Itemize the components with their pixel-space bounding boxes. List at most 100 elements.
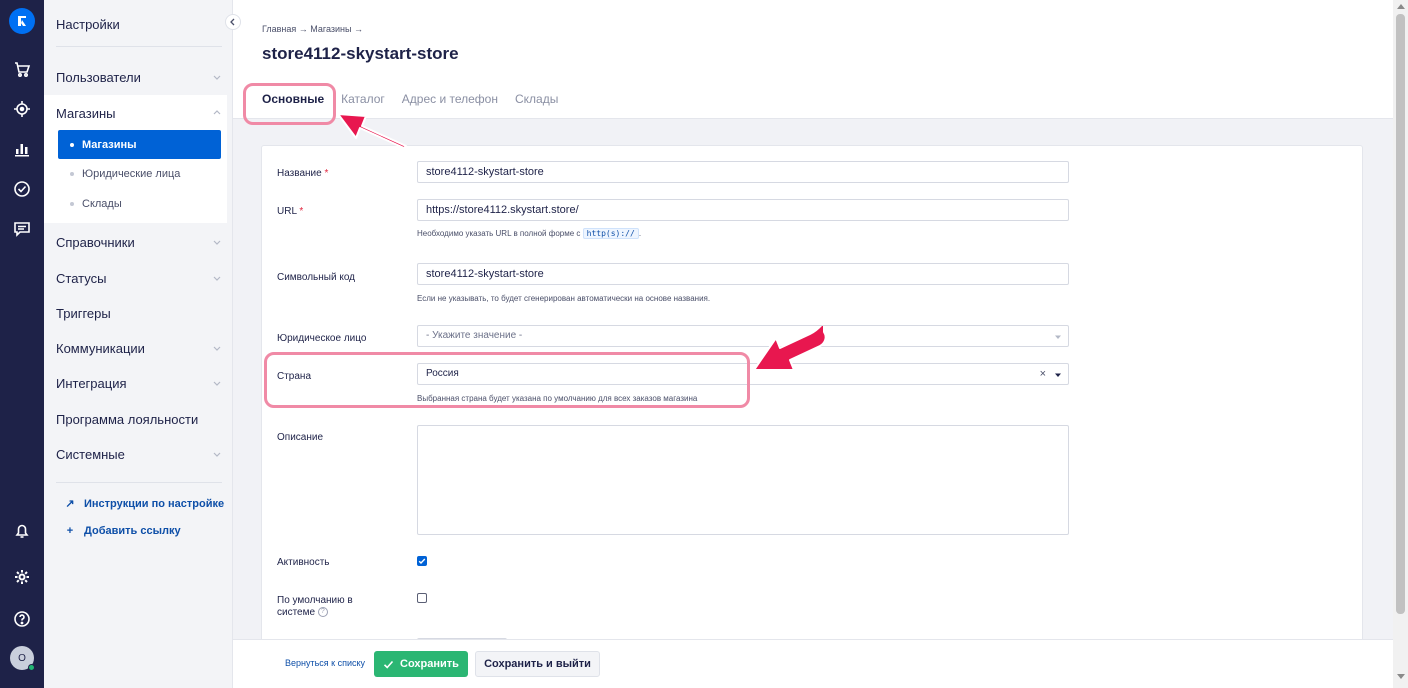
check-circle-icon[interactable] [0, 174, 44, 204]
default-checkbox[interactable] [417, 593, 427, 603]
sidebar-item-directories[interactable]: Справочники [56, 231, 221, 253]
caret-down-icon [1055, 335, 1061, 339]
country-label: Страна [277, 371, 312, 382]
add-link-button[interactable]: + Добавить ссылку [64, 525, 181, 537]
save-button[interactable]: Сохранить [374, 651, 468, 677]
chevron-down-icon [213, 381, 221, 386]
cart-icon[interactable] [0, 54, 44, 84]
sidebar-group-stores: Магазины Магазины Юридические лица Склад… [44, 95, 227, 223]
default-label-text: По умолчанию в системе [277, 595, 353, 618]
required-mark: * [299, 206, 304, 217]
sidebar-item-system[interactable]: Системные [56, 443, 221, 465]
sidebar-item-label: Интеграция [56, 375, 127, 391]
sidebar-item-label: Статусы [56, 270, 107, 286]
sidebar-item-statuses[interactable]: Статусы [56, 267, 221, 289]
caret-down-icon [1055, 373, 1061, 377]
sidebar-subitem-label: Магазины [82, 138, 137, 151]
chevron-down-icon [213, 75, 221, 80]
chat-icon[interactable] [0, 214, 44, 244]
main-content: Главная → Магазины → store4112-skystart-… [233, 0, 1393, 688]
sidebar-divider [56, 482, 222, 483]
code-label: Символьный код [277, 272, 356, 283]
icon-rail: О [0, 0, 44, 688]
gear-icon[interactable] [0, 562, 44, 592]
scroll-up-icon[interactable] [1397, 4, 1405, 9]
sidebar-subitem-label: Склады [82, 197, 122, 210]
legal-entity-label: Юридическое лицо [277, 333, 367, 344]
url-label-text: URL [277, 206, 297, 217]
page-title: store4112-skystart-store [262, 44, 459, 63]
link-label: Добавить ссылку [84, 525, 181, 537]
bullet-icon [70, 171, 74, 176]
name-label-text: Название [277, 168, 322, 179]
setup-instructions-link[interactable]: ↗ Инструкции по настройке [64, 497, 225, 511]
save-button-label: Сохранить [400, 658, 459, 670]
required-mark: * [324, 168, 329, 179]
country-hint: Выбранная страна будет указана по умолча… [417, 394, 698, 403]
chevron-down-icon [213, 276, 221, 281]
clear-icon[interactable]: × [1040, 368, 1046, 380]
sidebar-item-loyalty[interactable]: Программа лояльности [56, 408, 221, 430]
checkmark-icon [383, 660, 394, 669]
settings-sidebar: Настройки Пользователи Магазины Магазины… [44, 0, 233, 688]
sidebar-subitem-legal-entities[interactable]: Юридические лица [58, 159, 221, 188]
breadcrumb[interactable]: Главная → Магазины → [262, 24, 363, 34]
save-and-exit-button[interactable]: Сохранить и выйти [475, 651, 600, 677]
sidebar-title: Настройки [56, 17, 120, 32]
sidebar-item-label: Магазины [56, 105, 116, 121]
active-label: Активность [277, 557, 330, 568]
description-textarea[interactable] [417, 425, 1069, 535]
default-label: По умолчанию в системе ? [277, 595, 367, 619]
sidebar-item-stores[interactable]: Магазины [56, 102, 221, 124]
sidebar-subitem-warehouses[interactable]: Склады [58, 189, 221, 218]
name-label: Название * [277, 168, 328, 179]
country-select[interactable]: Россия × [417, 363, 1069, 385]
scroll-thumb[interactable] [1396, 14, 1405, 614]
tab-address-phone[interactable]: Адрес и телефон [402, 92, 498, 120]
url-hint: Необходимо указать URL в полной форме с … [417, 228, 642, 239]
active-checkbox[interactable] [417, 556, 427, 566]
tab-general[interactable]: Основные [262, 92, 325, 120]
sidebar-subitem-label: Юридические лица [82, 167, 181, 180]
external-link-icon: ↗ [65, 498, 75, 510]
legal-entity-select[interactable]: - Укажите значение - [417, 325, 1069, 347]
analytics-icon[interactable] [0, 134, 44, 164]
name-input[interactable] [417, 161, 1069, 183]
chevron-up-icon [213, 110, 221, 115]
chevron-down-icon [213, 240, 221, 245]
description-label: Описание [277, 432, 324, 443]
sidebar-item-users[interactable]: Пользователи [56, 66, 221, 88]
help-icon[interactable]: ? [317, 607, 328, 618]
checkmark-icon [418, 558, 426, 565]
bell-icon[interactable] [0, 516, 44, 546]
link-label: Инструкции по настройке [84, 497, 225, 510]
back-to-list-link[interactable]: Вернуться к списку [285, 658, 365, 668]
sidebar-item-integration[interactable]: Интеграция [56, 372, 221, 394]
sidebar-subitem-stores[interactable]: Магазины [58, 130, 221, 159]
content-area: Название * URL * Необходимо указать URL … [233, 118, 1393, 665]
url-input[interactable] [417, 199, 1069, 221]
country-value: Россия [426, 368, 459, 379]
legal-entity-placeholder: - Укажите значение - [426, 330, 523, 341]
sidebar-item-communications[interactable]: Коммуникации [56, 337, 221, 359]
logo-icon[interactable] [0, 6, 44, 36]
tab-warehouses[interactable]: Склады [515, 92, 558, 120]
code-input[interactable] [417, 263, 1069, 285]
url-label: URL * [277, 206, 303, 217]
url-hint-text: Необходимо указать URL в полной форме с [417, 229, 581, 238]
chevron-down-icon [213, 452, 221, 457]
action-bar: Вернуться к списку Сохранить Сохранить и… [233, 639, 1393, 688]
tab-catalog[interactable]: Каталог [341, 92, 385, 120]
sidebar-item-triggers[interactable]: Триггеры [56, 302, 221, 324]
url-hint-suffix: . [638, 229, 642, 238]
plus-icon: + [66, 525, 74, 537]
avatar[interactable]: О [0, 643, 44, 673]
page-scrollbar[interactable] [1393, 0, 1408, 688]
scroll-down-icon[interactable] [1397, 674, 1405, 679]
online-status-dot [28, 664, 35, 671]
sidebar-item-label: Справочники [56, 234, 135, 250]
help-icon[interactable] [0, 604, 44, 634]
sidebar-item-label: Триггеры [56, 305, 111, 321]
target-icon[interactable] [0, 94, 44, 124]
chevron-down-icon [213, 346, 221, 351]
